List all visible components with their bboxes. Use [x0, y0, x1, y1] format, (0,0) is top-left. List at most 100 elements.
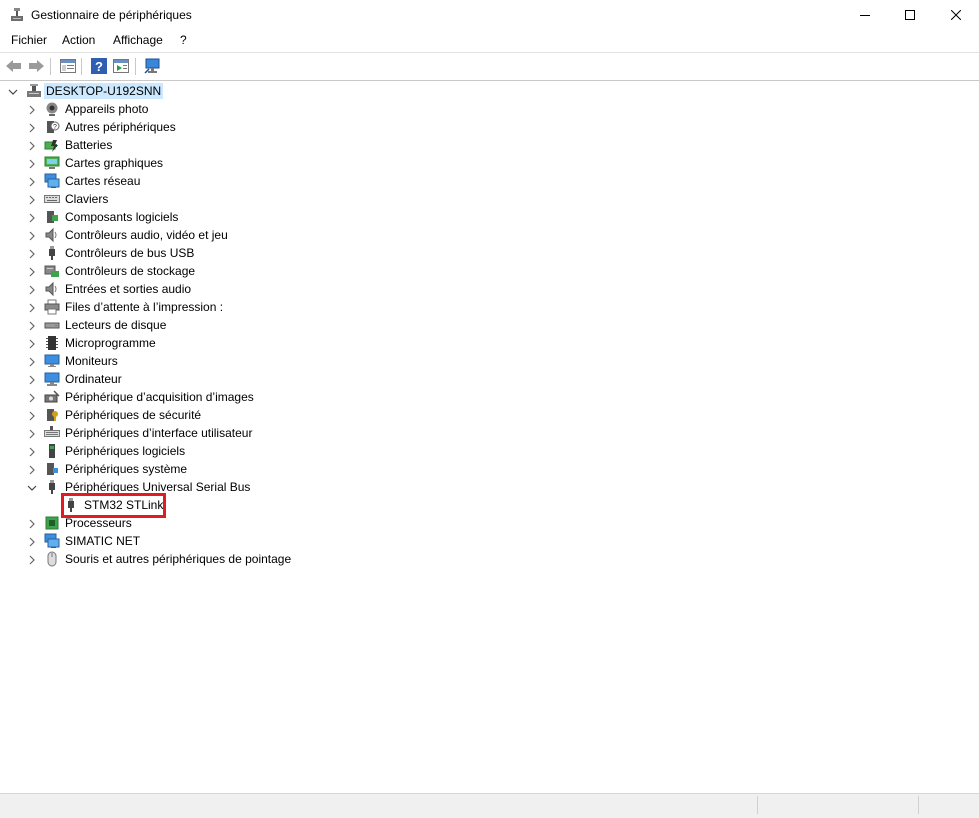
tree-category[interactable]: Périphériques système [0, 460, 979, 478]
tree-item-label: Contrôleurs audio, vidéo et jeu [65, 228, 228, 242]
tree-category[interactable]: Périphériques de sécurité [0, 406, 979, 424]
disk-drive-icon [44, 317, 60, 333]
tree-root[interactable]: DESKTOP-U192SNN [0, 82, 979, 100]
software-component-icon [44, 209, 60, 225]
chevron-right-icon[interactable] [27, 212, 37, 223]
network-adapter-icon [44, 173, 60, 189]
storage-controller-icon [44, 263, 60, 279]
battery-icon [44, 137, 60, 153]
tree-category[interactable]: Souris et autres périphériques de pointa… [0, 550, 979, 568]
menu-action[interactable]: Action [60, 33, 97, 48]
tree-category[interactable]: Ordinateur [0, 370, 979, 388]
tree-category[interactable]: Cartes graphiques [0, 154, 979, 172]
monitor-icon [44, 353, 60, 369]
menu-bar: Fichier Action Affichage ? [0, 30, 979, 51]
tree-category[interactable]: Contrôleurs audio, vidéo et jeu [0, 226, 979, 244]
chevron-down-icon[interactable] [27, 482, 37, 492]
show-hide-console-tree-button[interactable] [59, 57, 77, 75]
chevron-right-icon[interactable] [27, 536, 37, 547]
tree-category[interactable]: Contrôleurs de stockage [0, 262, 979, 280]
menu-affichage[interactable]: Affichage [111, 33, 165, 48]
title-bar: Gestionnaire de périphériques [0, 0, 979, 30]
tree-category[interactable]: Lecteurs de disque [0, 316, 979, 334]
toolbar: ? [0, 52, 979, 81]
device-manager-icon [9, 7, 25, 23]
forward-arrow-icon [29, 60, 44, 72]
tree-item-label: SIMATIC NET [65, 534, 141, 548]
tree-category[interactable]: SIMATIC NET [0, 532, 979, 550]
tree-item-label: Ordinateur [65, 372, 122, 386]
tree-category[interactable]: Composants logiciels [0, 208, 979, 226]
minimize-icon [860, 15, 870, 16]
speaker-icon [44, 227, 60, 243]
tree-category[interactable]: Périphériques d’interface utilisateur [0, 424, 979, 442]
tree-item-label: Périphérique d’acquisition d’images [65, 390, 254, 404]
unknown-device-icon: ? [44, 119, 60, 135]
tree-category[interactable]: Files d’attente à l’impression : [0, 298, 979, 316]
tree-category[interactable]: Entrées et sorties audio [0, 280, 979, 298]
tree-category[interactable]: Contrôleurs de bus USB [0, 244, 979, 262]
chevron-right-icon[interactable] [27, 140, 37, 151]
minimize-button[interactable] [842, 0, 888, 30]
back-button[interactable] [5, 57, 23, 75]
tree-category[interactable]: ? Autres périphériques [0, 118, 979, 136]
chevron-right-icon[interactable] [27, 392, 37, 403]
tree-category[interactable]: Microprogramme [0, 334, 979, 352]
chevron-right-icon[interactable] [27, 554, 37, 565]
chevron-right-icon[interactable] [27, 446, 37, 457]
tree-category[interactable]: Périphérique d’acquisition d’images [0, 388, 979, 406]
chevron-right-icon[interactable] [27, 284, 37, 295]
keyboard-icon [44, 191, 60, 207]
help-button[interactable]: ? [90, 57, 108, 75]
computer-icon [44, 371, 60, 387]
back-arrow-icon [6, 60, 21, 72]
chevron-right-icon[interactable] [27, 266, 37, 277]
svg-text:?: ? [95, 59, 103, 74]
software-device-icon [44, 443, 60, 459]
status-separator [918, 796, 919, 814]
tree-category[interactable]: Claviers [0, 190, 979, 208]
scan-hardware-button[interactable] [144, 57, 162, 75]
chevron-right-icon[interactable] [27, 374, 37, 385]
tree-item-label: Moniteurs [65, 354, 118, 368]
tree-item-label: Cartes réseau [65, 174, 141, 188]
security-key-icon [44, 407, 60, 423]
tree-category[interactable]: Appareils photo [0, 100, 979, 118]
menu-help[interactable]: ? [178, 33, 189, 48]
tree-item-label: Entrées et sorties audio [65, 282, 192, 296]
close-button[interactable] [933, 0, 979, 30]
menu-fichier[interactable]: Fichier [9, 33, 49, 48]
properties-button[interactable] [112, 57, 130, 75]
tree-category[interactable]: Périphériques logiciels [0, 442, 979, 460]
chevron-right-icon[interactable] [27, 104, 37, 115]
chevron-right-icon[interactable] [27, 122, 37, 133]
network-adapter-icon [44, 533, 60, 549]
printer-icon [44, 299, 60, 315]
chevron-right-icon[interactable] [27, 248, 37, 259]
tree-category[interactable]: Moniteurs [0, 352, 979, 370]
chevron-right-icon[interactable] [27, 428, 37, 439]
chevron-down-icon[interactable] [8, 86, 18, 96]
chevron-right-icon[interactable] [27, 194, 37, 205]
chevron-right-icon[interactable] [27, 176, 37, 187]
chevron-right-icon[interactable] [27, 320, 37, 331]
properties-icon [113, 59, 129, 73]
chevron-right-icon[interactable] [27, 302, 37, 313]
toolbar-separator [135, 58, 136, 75]
camera-icon [44, 101, 60, 117]
maximize-button[interactable] [887, 0, 933, 30]
system-device-icon [44, 461, 60, 477]
chevron-right-icon[interactable] [27, 158, 37, 169]
usb-plug-icon [44, 245, 60, 261]
toolbar-separator [50, 58, 51, 75]
forward-button[interactable] [27, 57, 45, 75]
chevron-right-icon[interactable] [27, 464, 37, 475]
chevron-right-icon[interactable] [27, 230, 37, 241]
chevron-right-icon[interactable] [27, 356, 37, 367]
chevron-right-icon[interactable] [27, 518, 37, 529]
tree-category[interactable]: Batteries [0, 136, 979, 154]
tree-category[interactable]: Cartes réseau [0, 172, 979, 190]
chevron-right-icon[interactable] [27, 338, 37, 349]
tree-item-label: Microprogramme [65, 336, 156, 350]
chevron-right-icon[interactable] [27, 410, 37, 421]
